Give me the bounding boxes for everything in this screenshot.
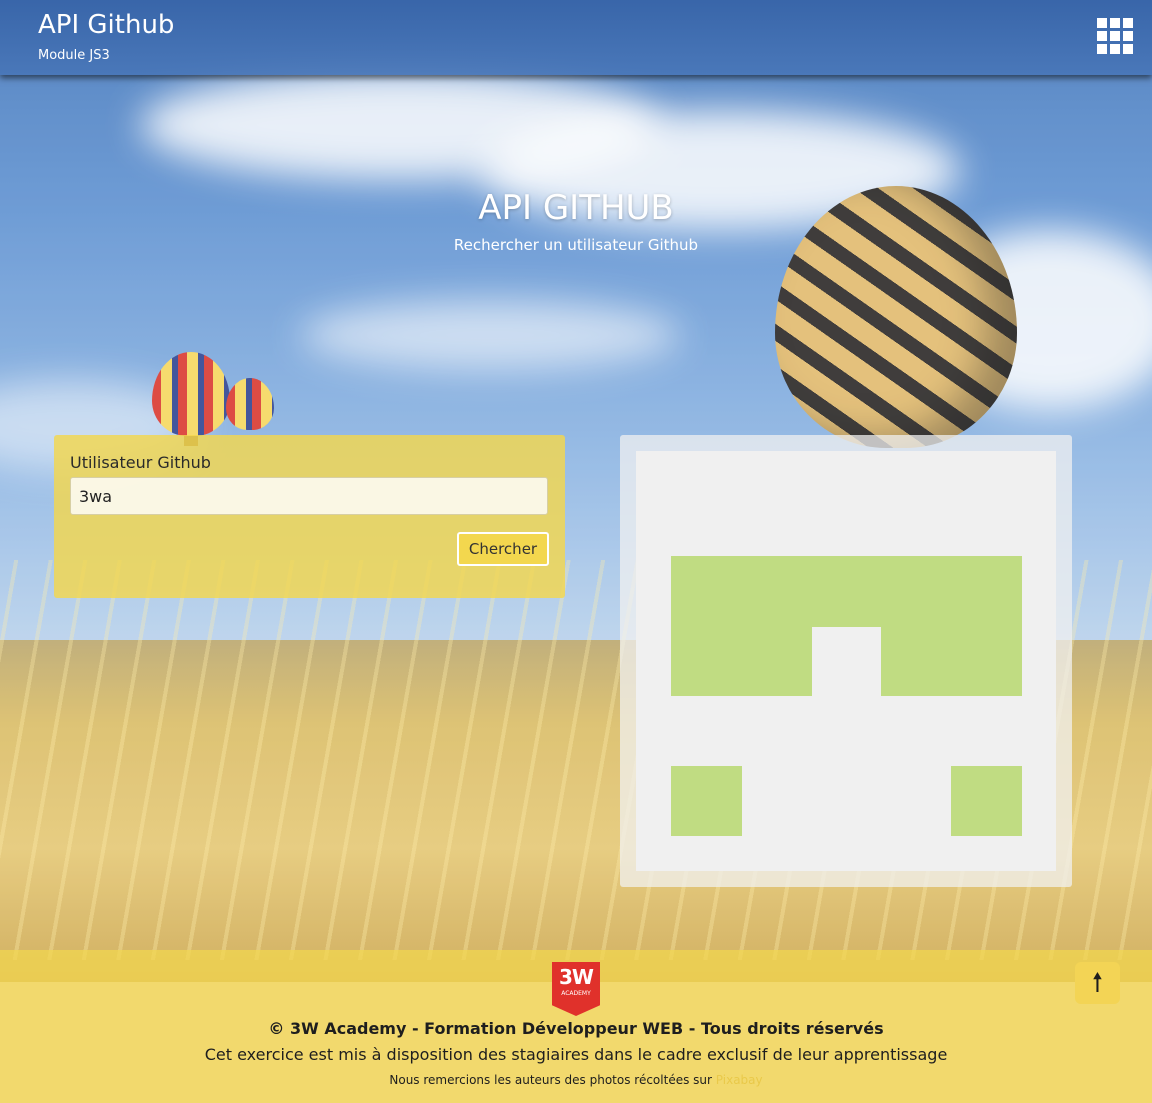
search-form: Utilisateur Github Chercher: [54, 435, 565, 598]
identicon-avatar: [636, 451, 1056, 871]
search-button[interactable]: Chercher: [457, 532, 549, 566]
logo-subtext: ACADEMY: [561, 990, 591, 997]
copyright-text: © 3W Academy - Formation Développeur WEB…: [268, 1019, 884, 1038]
avatar-pixel: [671, 766, 742, 836]
search-label: Utilisateur Github: [70, 453, 211, 472]
top-navbar: API Github Module JS3: [0, 0, 1152, 75]
avatar-pixel: [671, 556, 812, 696]
avatar-pixel: [951, 766, 1022, 836]
avatar-pixel: [812, 556, 881, 627]
grid-icon-cell: [1123, 18, 1133, 28]
app-subtitle: Module JS3: [38, 48, 110, 63]
grid-icon[interactable]: [1097, 18, 1133, 54]
grid-icon-cell: [1110, 18, 1120, 28]
logo-text: 3W: [559, 965, 594, 989]
search-input[interactable]: [70, 477, 548, 515]
grid-icon-cell: [1097, 44, 1107, 54]
grid-icon-cell: [1097, 18, 1107, 28]
usage-notice: Cet exercice est mis à disposition des s…: [204, 1045, 948, 1064]
page-subtitle: Rechercher un utilisateur Github: [453, 236, 699, 254]
avatar-pixel: [881, 556, 1022, 696]
grid-icon-cell: [1110, 44, 1120, 54]
pixabay-link[interactable]: Pixabay: [716, 1073, 763, 1087]
grid-icon-cell: [1110, 31, 1120, 41]
arrow-up-icon[interactable]: 🠕: [1075, 962, 1120, 1004]
academy-logo: 3W ACADEMY: [552, 962, 600, 1016]
page-title: API GITHUB: [478, 188, 674, 228]
grid-icon-cell: [1123, 44, 1133, 54]
app-title[interactable]: API Github: [38, 10, 174, 40]
grid-icon-cell: [1123, 31, 1133, 41]
photo-credits: Nous remercions les auteurs des photos r…: [0, 1073, 1152, 1087]
grid-icon-cell: [1097, 31, 1107, 41]
result-panel: [620, 435, 1072, 887]
credits-text: Nous remercions les auteurs des photos r…: [389, 1073, 712, 1087]
